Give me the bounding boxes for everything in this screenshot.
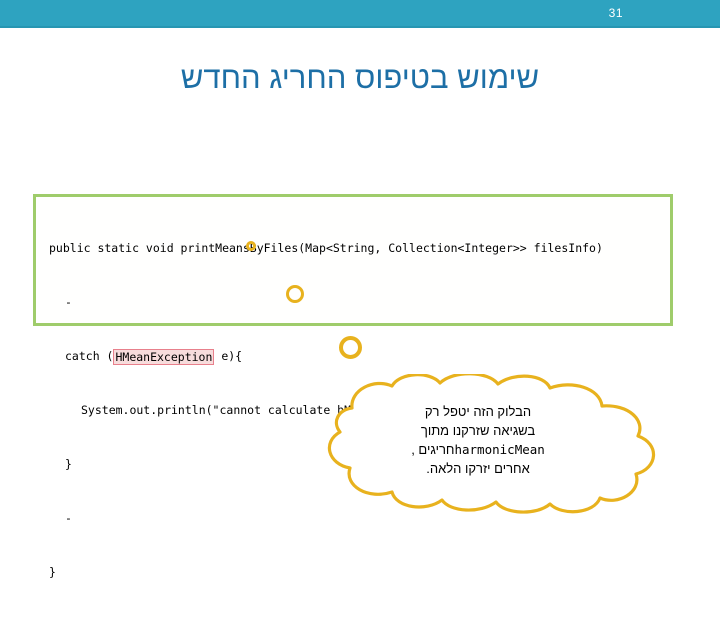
exception-type-highlight: HMeanException [113,349,215,365]
callout-line-4: אחרים יזרקו הלאה. [426,461,530,476]
callout-line-3: harmonicMeanחריגים , [328,440,628,459]
top-banner: 31 [0,0,720,28]
slide-number: 31 [608,6,623,20]
code-line-signature: public static void printMeansByFiles(Map… [49,241,603,255]
callout-line-1: הבלוק הזה יטפל רק [424,404,532,419]
callout-method-name: harmonicMean [454,442,545,457]
callout-tail-circle-small [246,241,256,251]
code-block: public static void printMeansByFiles(Map… [33,194,673,579]
callout-tail-circle-medium [286,285,304,303]
callout-cloud: הבלוק הזה יטפל רק בשגיאה שזרקנו מתוך har… [288,374,672,514]
code-line-close-method: } [49,565,56,579]
page-title: שימוש בטיפוס החריג החדש [180,60,540,95]
code-catch-keyword: catch ( [65,349,114,363]
code-catch-tail: e){ [214,349,243,363]
callout-line-2: בשגיאה שזרקנו מתוך [420,423,536,438]
callout-line-3-suffix: חריגים , [411,442,455,457]
code-line-ellipsis-top: - [65,295,72,309]
callout-text: הבלוק הזה יטפל רק בשגיאה שזרקנו מתוך har… [328,402,628,478]
slide-canvas: 31 שימוש בטיפוס החריג החדש public static… [0,0,720,579]
callout-tail-circle-large [339,336,362,359]
